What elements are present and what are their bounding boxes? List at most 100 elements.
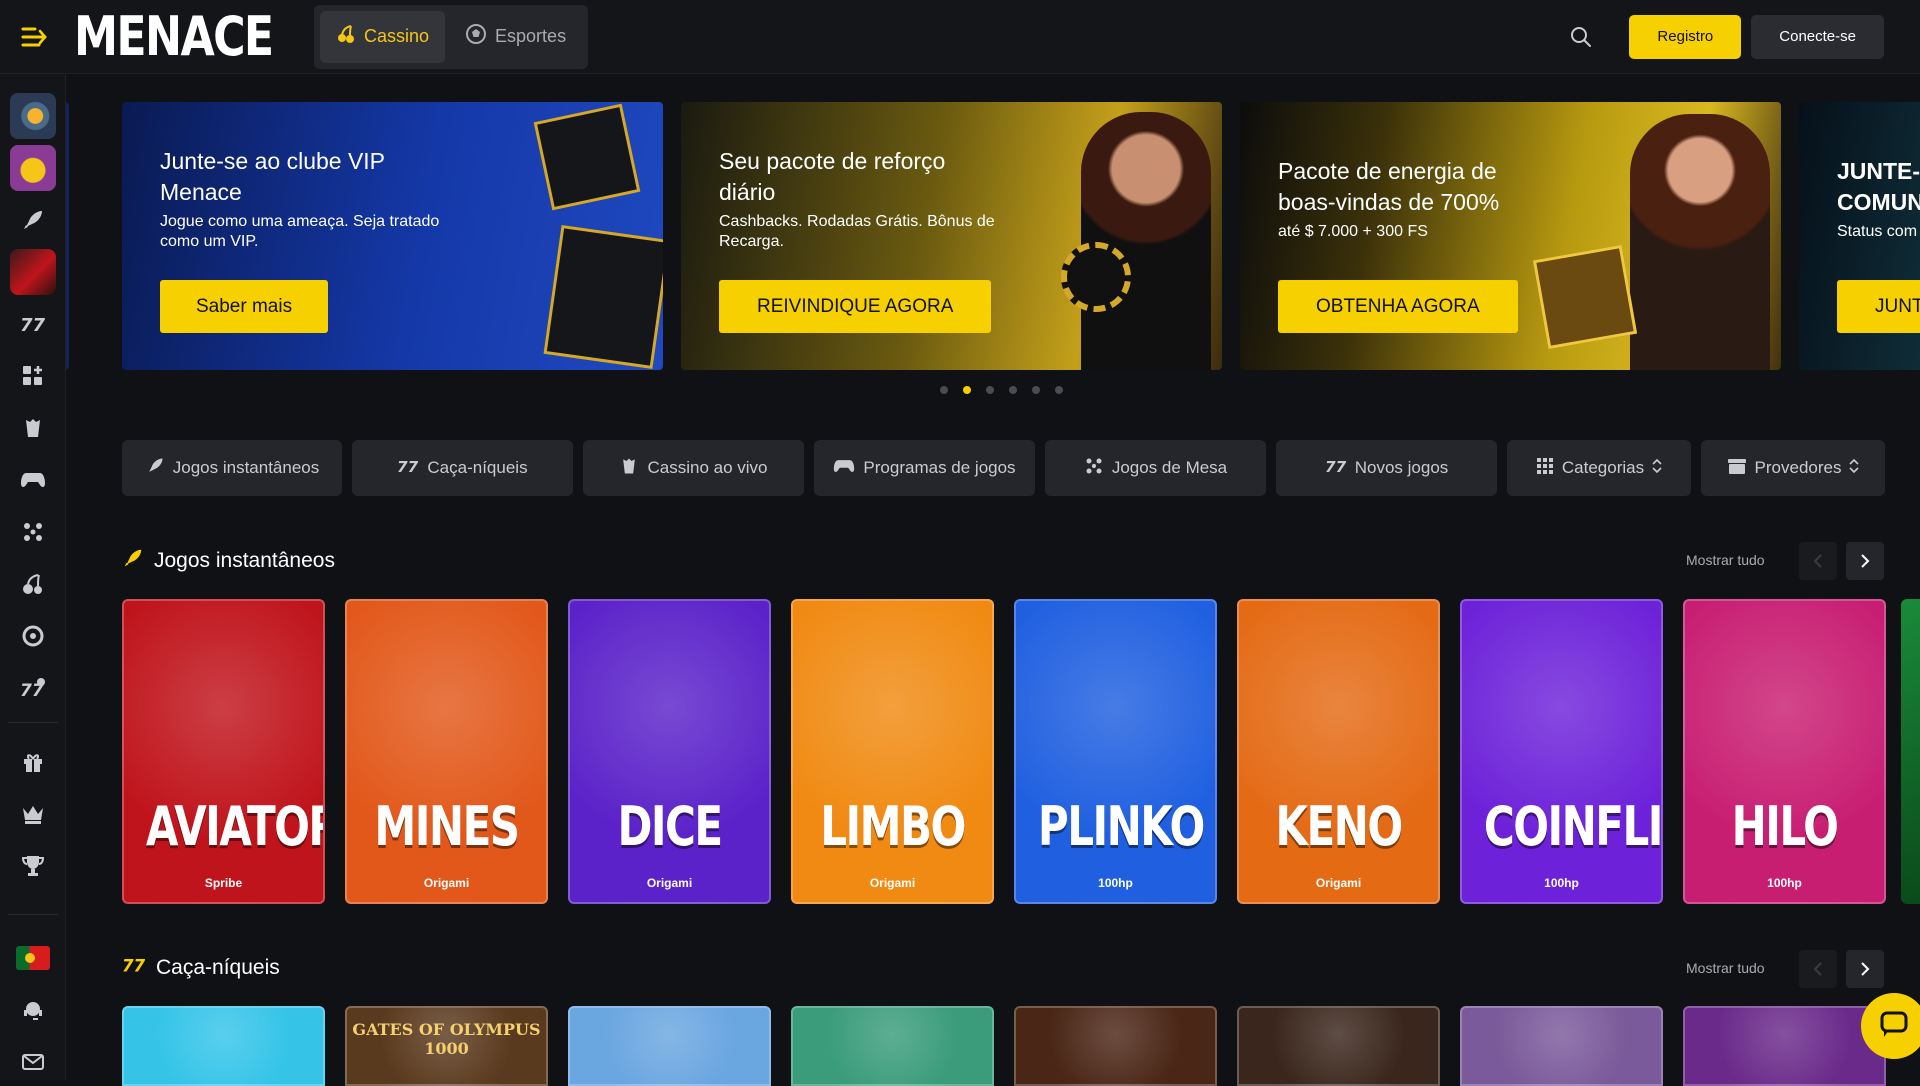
login-button[interactable]: Conecte-se: [1751, 14, 1884, 59]
filter-game-shows[interactable]: Programas de jogos: [814, 440, 1035, 496]
gift-icon[interactable]: [9, 740, 57, 784]
banner-text: Jogue como uma ameaça. Seja tratado como…: [160, 213, 440, 250]
carousel-dot-active[interactable]: [963, 386, 971, 394]
provider-icon: [1727, 457, 1747, 480]
game-card[interactable]: MINES Origami: [345, 599, 548, 904]
banner-community[interactable]: JUNTE-SE À COMUNIDADE Status com JUNTE: [1799, 102, 1920, 370]
game-card[interactable]: GATES OF OLYMPUS 1000: [345, 1006, 548, 1086]
svg-text:77: 77: [122, 956, 146, 975]
providers-dropdown[interactable]: Provedores: [1701, 440, 1885, 496]
game-card[interactable]: LIMBO Origami: [791, 599, 994, 904]
game-card[interactable]: DICE Origami: [568, 599, 771, 904]
game-card[interactable]: [568, 1006, 771, 1086]
new-games-icon[interactable]: 77: [9, 666, 57, 710]
cherry-icon[interactable]: [9, 562, 57, 606]
section-title-slots: 77 Caça-níqueis: [122, 955, 280, 981]
live-casino-icon[interactable]: [9, 406, 57, 450]
game-card[interactable]: PLINKO 100hp: [1014, 599, 1217, 904]
next-arrow-icon[interactable]: [1846, 950, 1884, 988]
banner-title: Pacote de energia de boas-vindas de 700%: [1278, 158, 1500, 215]
filter-table-games[interactable]: Jogos de Mesa: [1045, 440, 1266, 496]
game-card[interactable]: HILO 100hp: [1683, 599, 1886, 904]
slots-icon[interactable]: 77: [9, 302, 57, 346]
carousel-dot[interactable]: [1009, 386, 1017, 394]
categories-dropdown[interactable]: Categorias: [1507, 440, 1691, 496]
carousel-dot[interactable]: [1055, 386, 1063, 394]
game-card[interactable]: [122, 1006, 325, 1086]
section-title-label: Jogos instantâneos: [154, 549, 335, 572]
filter-slots[interactable]: 77 Caça-níqueis: [352, 440, 573, 496]
cherry-icon: [336, 24, 356, 49]
register-button[interactable]: Registro: [1629, 14, 1742, 59]
game-card[interactable]: [1460, 1006, 1663, 1086]
grid-plus-icon[interactable]: [9, 354, 57, 398]
filter-live-casino[interactable]: Cassino ao vivo: [583, 440, 804, 496]
banner-text: até $ 7.000 + 300 FS: [1278, 223, 1428, 240]
instant-games-row: AVIATOR Spribe MINES Origami DICE Origami LIMB…: [122, 599, 1886, 904]
soccer-ball-icon: [465, 23, 487, 50]
slots-icon: 77: [397, 457, 419, 480]
prev-arrow-icon[interactable]: [1799, 542, 1837, 580]
game-title: HILO: [1731, 795, 1839, 858]
crown-icon[interactable]: [9, 792, 57, 836]
game-card[interactable]: AVIATOR Spribe: [122, 599, 325, 904]
tab-sports[interactable]: Esportes: [449, 11, 582, 63]
category-filters: Jogos instantâneos 77 Caça-níqueis Cassi…: [122, 440, 1885, 496]
menu-toggle-icon[interactable]: [10, 13, 58, 61]
game-card[interactable]: [1237, 1006, 1440, 1086]
show-all-link[interactable]: Mostrar tudo: [1686, 552, 1765, 568]
support-icon[interactable]: [9, 988, 57, 1032]
promo-carousel: Junte-se ao clube VIP Menace Jogue como …: [66, 102, 1920, 370]
sidebar-divider: [8, 722, 58, 723]
game-provider: 100hp: [1544, 876, 1579, 890]
woman-image: [1630, 114, 1770, 370]
filter-instant-games[interactable]: Jogos instantâneos: [122, 440, 342, 496]
claim-now-button[interactable]: REIVINDIQUE AGORA: [719, 280, 992, 333]
show-all-link[interactable]: Mostrar tudo: [1686, 960, 1765, 976]
next-arrow-icon[interactable]: [1846, 542, 1884, 580]
learn-more-button[interactable]: Saber mais: [160, 280, 329, 333]
game-provider: Spribe: [204, 876, 243, 890]
tab-casino[interactable]: Cassino: [320, 10, 446, 63]
get-now-button[interactable]: OBTENHA AGORA: [1278, 280, 1518, 333]
game-card[interactable]: KENO Origami: [1237, 599, 1440, 904]
partial-game-card[interactable]: [1901, 599, 1920, 904]
carousel-dot[interactable]: [940, 386, 948, 394]
banner-title: Seu pacote de reforço diário: [719, 148, 946, 205]
slots-games-row: GATES OF OLYMPUS 1000: [122, 1006, 1886, 1086]
sidebar-game-thumb-1[interactable]: [9, 93, 57, 139]
carousel-dot[interactable]: [1032, 386, 1040, 394]
banner-title: Junte-se ao clube VIP Menace: [160, 148, 385, 205]
banner-daily-boost[interactable]: Seu pacote de reforço diário Cashbacks. …: [681, 102, 1222, 370]
filter-label: Programas de jogos: [863, 458, 1016, 477]
rocket-icon[interactable]: [9, 198, 57, 242]
game-title: PLINKO: [1037, 795, 1205, 858]
woman-image: [1081, 112, 1211, 370]
game-card[interactable]: [1014, 1006, 1217, 1086]
search-icon[interactable]: [1559, 15, 1603, 59]
gamepad-icon[interactable]: [9, 458, 57, 502]
join-button[interactable]: JUNTE: [1837, 280, 1920, 333]
banner-title: JUNTE-SE À COMUNIDADE: [1837, 158, 1920, 215]
carousel-dot[interactable]: [986, 386, 994, 394]
table-games-icon[interactable]: [9, 510, 57, 554]
portugal-flag-icon[interactable]: [9, 936, 57, 980]
game-provider: Origami: [1315, 876, 1362, 890]
trophy-icon[interactable]: [9, 844, 57, 888]
game-card[interactable]: [791, 1006, 994, 1086]
filter-new-games[interactable]: 77 Novos jogos: [1276, 440, 1497, 496]
tab-casino-label: Cassino: [364, 26, 430, 46]
banner-welcome[interactable]: Pacote de energia de boas-vindas de 700%…: [1240, 102, 1781, 370]
prev-arrow-icon[interactable]: [1799, 950, 1837, 988]
chat-support-button[interactable]: [1861, 993, 1920, 1059]
sidebar-game-thumb-3[interactable]: [9, 249, 57, 295]
game-card[interactable]: [1683, 1006, 1886, 1086]
mail-icon[interactable]: [9, 1040, 57, 1084]
game-title: MINES: [374, 795, 520, 858]
sidebar-game-thumb-2[interactable]: [9, 145, 57, 191]
wheel-icon[interactable]: [9, 614, 57, 658]
site-logo[interactable]: MENACE: [74, 5, 274, 68]
game-card[interactable]: COINFLIP 100hp: [1460, 599, 1663, 904]
banner-vip[interactable]: Junte-se ao clube VIP Menace Jogue como …: [122, 102, 663, 370]
game-provider: Origami: [646, 876, 693, 890]
